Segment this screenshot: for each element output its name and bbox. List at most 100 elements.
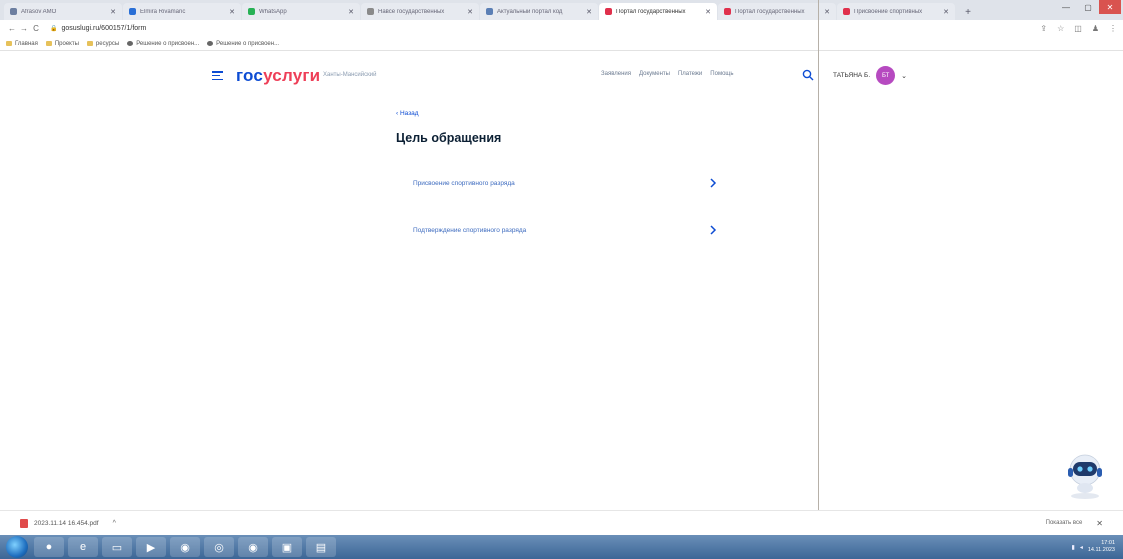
- bookmark-item[interactable]: Главная: [6, 41, 38, 47]
- star-icon[interactable]: ☆: [1057, 24, 1064, 33]
- browser-tab-strip: Afrasov AMO ✕ Elmira Rivamanc ✕ WhatsApp ✕ Нав…: [0, 0, 1123, 20]
- user-menu[interactable]: ТАТЬЯНА Б. БТ ⌄: [833, 66, 907, 85]
- tab-close-icon[interactable]: ✕: [229, 8, 235, 16]
- browser-tab[interactable]: Актуальный портал код ✕: [480, 3, 598, 20]
- tab-close-icon[interactable]: ✕: [705, 8, 711, 16]
- option-label: Подтверждение спортивного разряда: [413, 226, 527, 234]
- back-arrow-icon[interactable]: ←: [6, 24, 18, 33]
- minimize-icon[interactable]: —: [1055, 0, 1077, 14]
- bookmark-item[interactable]: ресурсы: [86, 40, 120, 47]
- bookmark-label: Решение о присвоен...: [136, 40, 200, 47]
- tab-close-icon[interactable]: ✕: [824, 8, 830, 16]
- favicon-icon: [724, 8, 731, 15]
- tab-close-icon[interactable]: ✕: [110, 8, 116, 16]
- maximize-icon[interactable]: ▢: [1077, 0, 1099, 14]
- browser-tab[interactable]: WhatsApp ✕: [242, 3, 360, 20]
- tab-close-icon[interactable]: ✕: [586, 8, 592, 16]
- browser-tab[interactable]: Навсе государственных ✕: [361, 3, 479, 20]
- option-label: Присвоение спортивного разряда: [413, 179, 515, 187]
- gosuslugi-logo[interactable]: госуслуги: [236, 66, 320, 86]
- bookmark-label: Главная: [15, 40, 38, 47]
- close-icon[interactable]: ✕: [1096, 519, 1103, 528]
- show-all-downloads-link[interactable]: Показать все: [1046, 520, 1083, 526]
- top-nav-link[interactable]: Документы: [639, 71, 670, 77]
- profile-icon[interactable]: ♟: [1092, 24, 1099, 33]
- chrome-icon[interactable]: ◎: [204, 537, 234, 557]
- browser-tab[interactable]: Afrasov AMO ✕: [4, 3, 122, 20]
- top-nav-link[interactable]: Помощь: [710, 71, 733, 77]
- chevron-up-icon[interactable]: ^: [113, 520, 116, 527]
- folder-icon: [45, 41, 52, 46]
- globe-icon: [207, 41, 214, 46]
- tab-label: Afrasov AMO: [21, 8, 57, 15]
- explorer-folder-icon[interactable]: ▭: [102, 537, 132, 557]
- favicon-icon: [367, 8, 374, 15]
- tab-close-icon[interactable]: ✕: [943, 8, 949, 16]
- volume-icon[interactable]: ◂: [1080, 544, 1083, 551]
- bookmark-item[interactable]: Решение о присвоен...: [207, 41, 279, 47]
- browser-tab[interactable]: Присвоение спортивных ✕: [837, 3, 955, 20]
- favicon-icon: [129, 8, 136, 15]
- bookmark-item[interactable]: Решение о присвоен...: [127, 41, 199, 47]
- chevron-down-icon: ⌄: [901, 72, 908, 80]
- tab-label: WhatsApp: [259, 8, 287, 15]
- edge-icon[interactable]: e: [68, 537, 98, 557]
- start-button[interactable]: [6, 536, 28, 558]
- system-tray: ▮ ◂ 17:01 14.11.2023: [1072, 540, 1123, 554]
- address-bar: ← → C 🔒 gosuslugi.ru/600157/1/form ⇪ ☆ ◫…: [0, 20, 1123, 37]
- bookmarks-bar: Главная Проекты ресурсы Решение о присвоен.…: [0, 37, 1123, 51]
- region-selector[interactable]: Ханты-Мансийский: [323, 72, 376, 78]
- browser-tab[interactable]: Портал государственных ✕: [599, 3, 717, 20]
- option-confirm-rank[interactable]: Подтверждение спортивного разряда: [395, 213, 725, 247]
- bookmark-label: Решение о присвоен...: [216, 40, 280, 47]
- photos-icon[interactable]: ▣: [272, 537, 302, 557]
- address-bar-actions: ⇪ ☆ ◫ ♟ ⋮: [1040, 24, 1117, 33]
- url-field[interactable]: 🔒 gosuslugi.ru/600157/1/form: [50, 25, 146, 32]
- bookmark-item[interactable]: Проекты: [45, 41, 79, 47]
- chrome-icon[interactable]: ◉: [238, 537, 268, 557]
- reload-icon[interactable]: C: [30, 24, 42, 33]
- top-nav-link[interactable]: Заявления: [601, 71, 631, 77]
- chevron-right-icon: [710, 178, 717, 188]
- time: 17:01: [1101, 540, 1115, 546]
- top-nav-link[interactable]: Платежи: [678, 71, 702, 77]
- lock-icon: 🔒: [50, 26, 58, 32]
- favicon-icon: [843, 8, 850, 15]
- favicon-icon: [605, 8, 612, 15]
- browser-tab[interactable]: Elmira Rivamanc ✕: [123, 3, 241, 20]
- chrome-icon[interactable]: ◉: [170, 537, 200, 557]
- opera-icon[interactable]: ●: [34, 537, 64, 557]
- site-header: госуслуги Ханты-Мансийский Заявления Доку…: [0, 52, 1123, 102]
- search-icon[interactable]: [802, 69, 814, 81]
- top-nav: Заявления Документы Платежи Помощь: [601, 71, 733, 77]
- hamburger-menu-icon[interactable]: [212, 71, 223, 81]
- bookmark-label: ресурсы: [95, 40, 120, 47]
- robot-assistant-icon[interactable]: [1062, 448, 1108, 500]
- tab-close-icon[interactable]: ✕: [348, 8, 354, 16]
- download-file-name[interactable]: 2023.11.14 16.454.pdf: [34, 520, 99, 527]
- media-player-icon[interactable]: ▶: [136, 537, 166, 557]
- tab-close-icon[interactable]: ✕: [467, 8, 473, 16]
- option-assign-rank[interactable]: Присвоение спортивного разряда: [395, 166, 725, 200]
- sidepanel-icon[interactable]: ◫: [1074, 24, 1082, 33]
- new-tab-button[interactable]: +: [960, 5, 976, 19]
- network-icon[interactable]: ▮: [1072, 544, 1075, 551]
- tab-label: Elmira Rivamanc: [140, 8, 186, 15]
- avatar: БТ: [876, 66, 896, 85]
- tab-label: Навсе государственных: [378, 8, 445, 15]
- close-window-icon[interactable]: ✕: [1099, 0, 1121, 14]
- forward-arrow-icon[interactable]: →: [18, 24, 30, 33]
- clock[interactable]: 17:01 14.11.2023: [1088, 540, 1115, 554]
- window-controls: — ▢ ✕: [1055, 0, 1121, 14]
- windows-taskbar: ● e ▭ ▶ ◉ ◎ ◉ ▣ ▤ ▮ ◂ 17:01 14.11.2023: [0, 535, 1123, 559]
- favicon-icon: [10, 8, 17, 15]
- scan-divider: [818, 0, 819, 535]
- document-icon[interactable]: ▤: [306, 537, 336, 557]
- kebab-menu-icon[interactable]: ⋮: [1109, 24, 1117, 33]
- tab-label: Портал государственных: [616, 8, 686, 15]
- share-icon[interactable]: ⇪: [1040, 24, 1047, 33]
- favicon-icon: [486, 8, 493, 15]
- screen: Afrasov AMO ✕ Elmira Rivamanc ✕ WhatsApp ✕ Нав…: [0, 0, 1123, 559]
- back-link[interactable]: ‹ Назад: [396, 110, 419, 117]
- favicon-icon: [248, 8, 255, 15]
